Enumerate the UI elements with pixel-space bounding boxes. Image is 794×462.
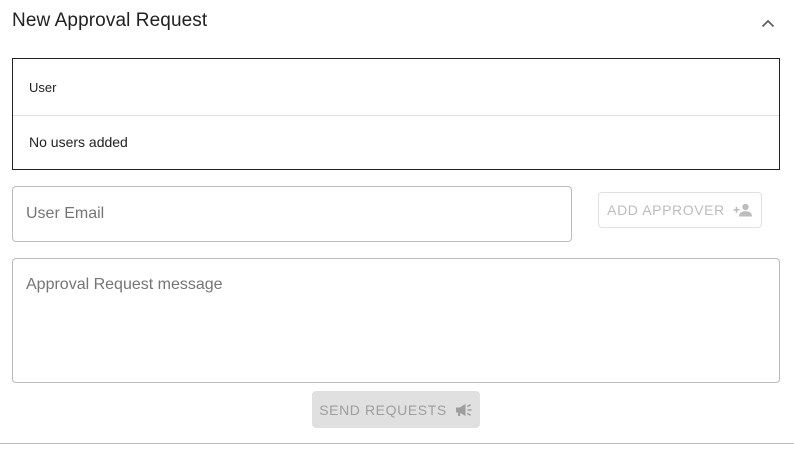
megaphone-icon bbox=[455, 403, 473, 417]
send-requests-button[interactable]: SEND REQUESTS bbox=[312, 391, 480, 428]
bottom-divider bbox=[0, 443, 794, 444]
users-table: User No users added bbox=[12, 58, 780, 170]
table-header: User bbox=[13, 59, 779, 116]
chevron-up-icon bbox=[761, 19, 775, 28]
approval-request-panel: New Approval Request User No users added… bbox=[0, 0, 794, 462]
add-approver-button[interactable]: ADD APPROVER bbox=[598, 192, 762, 228]
user-email-field[interactable] bbox=[12, 186, 572, 242]
panel-header[interactable]: New Approval Request bbox=[0, 0, 794, 44]
approval-message-input[interactable] bbox=[13, 259, 779, 382]
user-column-header: User bbox=[29, 79, 57, 95]
person-add-icon bbox=[733, 203, 753, 217]
table-empty-row: No users added bbox=[29, 134, 128, 150]
add-approver-label: ADD APPROVER bbox=[607, 202, 725, 218]
user-email-input[interactable] bbox=[13, 187, 571, 241]
send-requests-label: SEND REQUESTS bbox=[319, 401, 447, 418]
approval-message-field[interactable] bbox=[12, 258, 780, 383]
panel-title: New Approval Request bbox=[12, 10, 208, 31]
collapse-button[interactable] bbox=[756, 12, 780, 34]
